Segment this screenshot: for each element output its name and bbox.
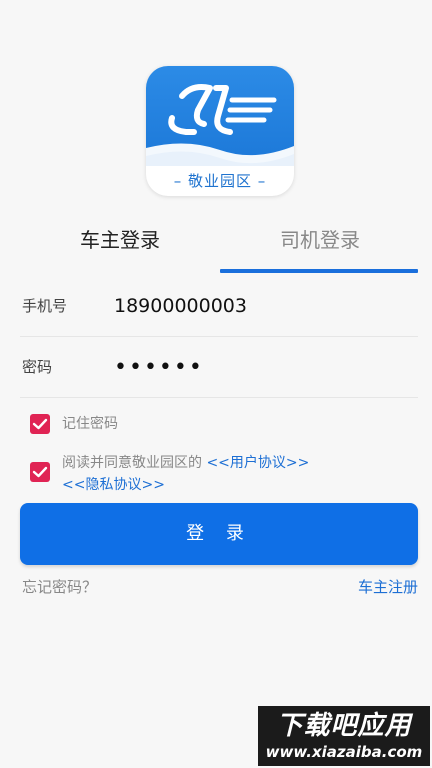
tab-owner-login[interactable]: 车主登录 — [20, 212, 220, 270]
login-button[interactable]: 登 录 — [20, 503, 418, 565]
forgot-password-link[interactable]: 忘记密码？ — [22, 575, 97, 599]
watermark-url: www.xiazaiba.com — [265, 743, 423, 761]
password-input[interactable] — [114, 347, 404, 387]
owner-register-link[interactable]: 车主注册 — [358, 575, 418, 599]
agree-terms-prefix: 阅读并同意敬业园区的 — [62, 455, 207, 471]
phone-input[interactable] — [114, 286, 404, 326]
logo-emblem-icon — [146, 84, 294, 166]
login-tabs: 车主登录 司机登录 — [0, 212, 432, 274]
app-logo: – 敬业园区 – — [146, 66, 294, 196]
agree-terms-checkbox[interactable] — [30, 462, 50, 482]
agree-terms-text: 阅读并同意敬业园区的 <<用户协议>> <<隐私协议>> — [62, 452, 382, 496]
password-label: 密码 — [22, 358, 53, 376]
remember-password-checkbox[interactable] — [30, 414, 50, 434]
user-agreement-link[interactable]: <<用户协议>> — [206, 455, 309, 471]
password-row: 密码 — [20, 337, 418, 398]
tab-driver-login[interactable]: 司机登录 — [220, 212, 420, 270]
remember-password-label: 记住密码 — [62, 416, 118, 432]
phone-row: 手机号 — [20, 276, 418, 337]
privacy-agreement-link[interactable]: <<隐私协议>> — [62, 477, 165, 493]
checkmark-icon — [32, 466, 48, 478]
phone-label: 手机号 — [22, 297, 68, 315]
checkmark-icon — [32, 418, 48, 430]
logo-text: – 敬业园区 – — [173, 172, 267, 190]
watermark-title: 下载吧应用 — [276, 711, 412, 741]
active-tab-indicator — [220, 269, 418, 273]
site-watermark: 下载吧应用 www.xiazaiba.com — [258, 706, 430, 766]
